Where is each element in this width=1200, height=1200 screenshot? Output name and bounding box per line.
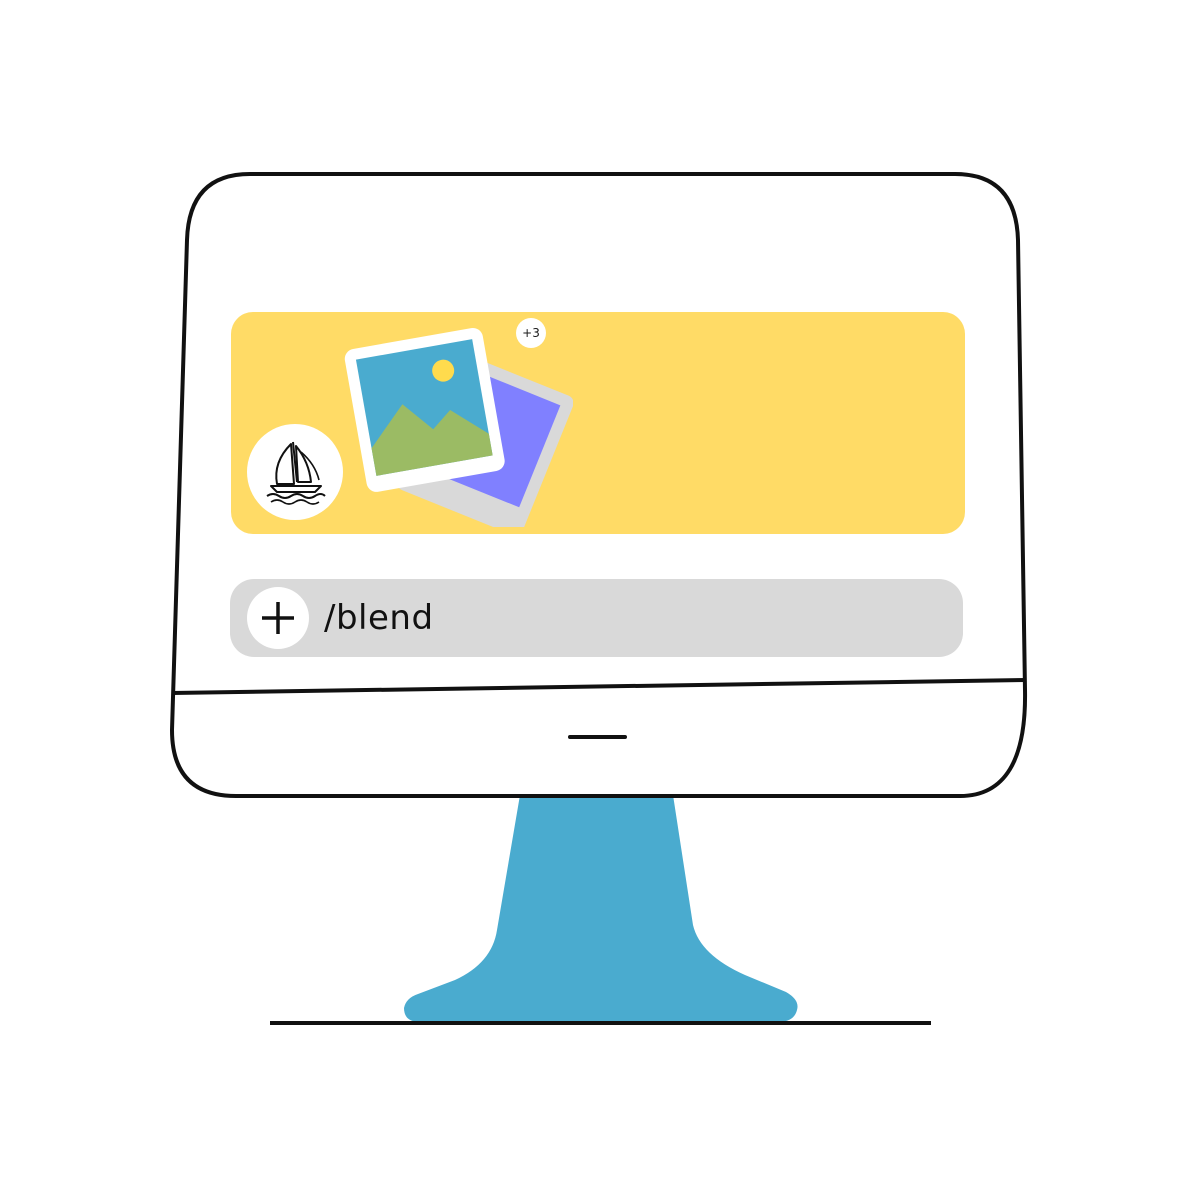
- command-input[interactable]: /blend: [230, 579, 963, 657]
- add-attachment-button[interactable]: [247, 587, 309, 649]
- message-panel: +3: [231, 312, 965, 536]
- bot-avatar[interactable]: [247, 424, 343, 520]
- plus-icon: [262, 602, 294, 634]
- command-text: /blend: [324, 598, 434, 638]
- monitor-stand: [404, 795, 798, 1022]
- sailboat-icon: [266, 441, 326, 505]
- extra-images-badge: +3: [516, 318, 546, 348]
- illustration-stage: +3 /blend: [0, 0, 1200, 1200]
